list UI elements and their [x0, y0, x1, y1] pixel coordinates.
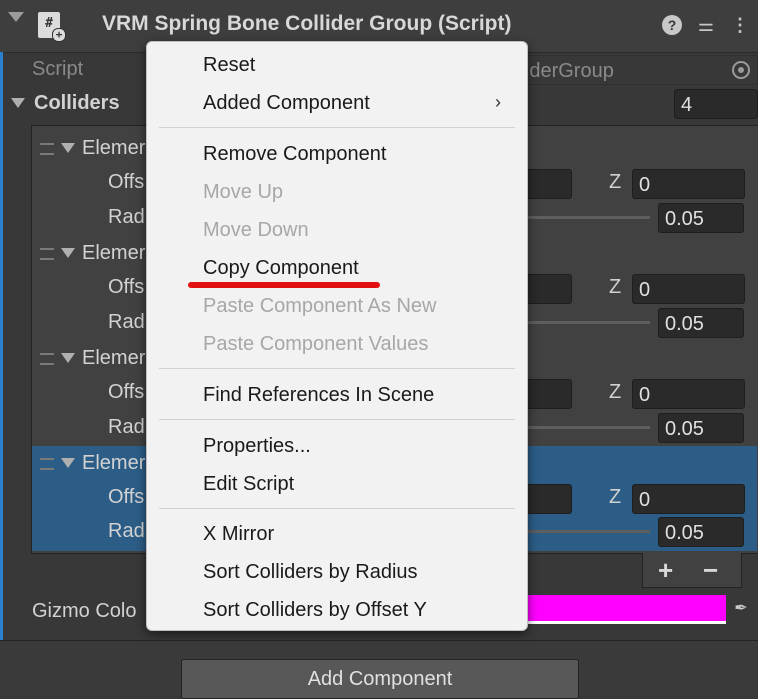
z-label: Z	[609, 276, 622, 298]
z-label: Z	[609, 171, 622, 193]
menu-item-edit-script[interactable]: Edit Script	[203, 473, 294, 496]
script-label: Script	[32, 58, 84, 80]
element-label[interactable]: Elemer	[82, 242, 145, 265]
menu-item-properties[interactable]: Properties...	[203, 435, 311, 458]
colliders-label[interactable]: Colliders	[34, 92, 120, 115]
menu-item-move-up: Move Up	[203, 181, 284, 203]
script-object-field[interactable]: lliderGroup	[515, 55, 758, 85]
radius-field[interactable]: 0.05	[658, 308, 744, 338]
add-component-button[interactable]: Add Component	[181, 659, 579, 699]
offset-z-field[interactable]: 0	[632, 484, 745, 514]
gizmo-color-field[interactable]	[515, 595, 726, 624]
menu-item-copy-component[interactable]: Copy Component	[203, 257, 359, 280]
drag-handle-icon[interactable]	[40, 353, 54, 365]
menu-separator	[159, 127, 515, 128]
script-icon: # +	[38, 12, 66, 42]
element-foldout-icon[interactable]	[61, 248, 75, 258]
offset-label: Offs	[108, 171, 145, 193]
gizmo-color-label: Gizmo Colo	[32, 600, 137, 622]
radius-label: Rad	[108, 311, 145, 333]
menu-item-paste-component-as-new: Paste Component As New	[203, 295, 437, 317]
menu-separator	[159, 508, 515, 509]
presets-icon[interactable]: ⚌	[696, 15, 716, 35]
help-icon[interactable]: ?	[662, 15, 682, 35]
drag-handle-icon[interactable]	[40, 458, 54, 470]
element-label[interactable]: Elemer	[82, 137, 145, 160]
add-element-button[interactable]: +	[658, 553, 673, 587]
list-footer	[642, 553, 742, 588]
element-label[interactable]: Elemer	[82, 347, 145, 370]
menu-item-sort-by-radius[interactable]: Sort Colliders by Radius	[203, 561, 418, 584]
menu-item-sort-by-offset-y[interactable]: Sort Colliders by Offset Y	[203, 599, 427, 622]
menu-item-added-component[interactable]: Added Component	[203, 92, 370, 115]
element-foldout-icon[interactable]	[61, 143, 75, 153]
radius-label: Rad	[108, 520, 145, 542]
radius-slider[interactable]	[520, 321, 650, 324]
radius-slider[interactable]	[520, 426, 650, 429]
submenu-arrow-icon: ›	[495, 92, 501, 112]
radius-field[interactable]: 0.05	[658, 413, 744, 443]
z-label: Z	[609, 486, 622, 508]
z-label: Z	[609, 381, 622, 403]
script-icon-glyph: #	[45, 16, 53, 31]
drag-handle-icon[interactable]	[40, 248, 54, 260]
offset-label: Offs	[108, 381, 145, 403]
menu-item-remove-component[interactable]: Remove Component	[203, 143, 386, 166]
radius-field[interactable]: 0.05	[658, 203, 744, 233]
menu-item-find-references[interactable]: Find References In Scene	[203, 384, 434, 407]
radius-label: Rad	[108, 206, 145, 228]
colliders-count-field[interactable]: 4	[674, 89, 758, 119]
object-picker-icon[interactable]	[732, 61, 750, 79]
offset-label: Offs	[108, 486, 145, 508]
menu-separator	[159, 368, 515, 369]
eyedropper-icon[interactable]: ✒	[730, 598, 752, 620]
radius-label: Rad	[108, 416, 145, 438]
kebab-menu-icon[interactable]: ⋮	[730, 15, 750, 35]
fold-arrow-icon[interactable]	[8, 12, 24, 22]
menu-item-reset[interactable]: Reset	[203, 54, 255, 77]
offset-z-field[interactable]: 0	[632, 169, 745, 199]
context-menu: Reset Added Component › Remove Component…	[146, 41, 528, 631]
element-label[interactable]: Elemer	[82, 452, 145, 475]
menu-item-x-mirror[interactable]: X Mirror	[203, 523, 274, 546]
radius-field[interactable]: 0.05	[658, 517, 744, 547]
selection-stripe	[0, 52, 3, 640]
element-foldout-icon[interactable]	[61, 353, 75, 363]
offset-label: Offs	[108, 276, 145, 298]
colliders-foldout-icon[interactable]	[11, 98, 25, 108]
element-foldout-icon[interactable]	[61, 458, 75, 468]
script-value: lliderGroup	[516, 60, 614, 82]
radius-slider[interactable]	[520, 216, 650, 219]
menu-item-move-down: Move Down	[203, 219, 309, 241]
red-underline-annotation	[188, 282, 380, 288]
menu-separator	[159, 419, 515, 420]
radius-slider[interactable]	[520, 530, 650, 533]
offset-z-field[interactable]: 0	[632, 379, 745, 409]
remove-element-button[interactable]: −	[703, 553, 718, 587]
drag-handle-icon[interactable]	[40, 143, 54, 155]
menu-item-paste-component-values: Paste Component Values	[203, 333, 429, 355]
component-title[interactable]: VRM Spring Bone Collider Group (Script)	[102, 12, 512, 36]
plus-badge-icon: +	[52, 28, 66, 42]
offset-z-field[interactable]: 0	[632, 274, 745, 304]
